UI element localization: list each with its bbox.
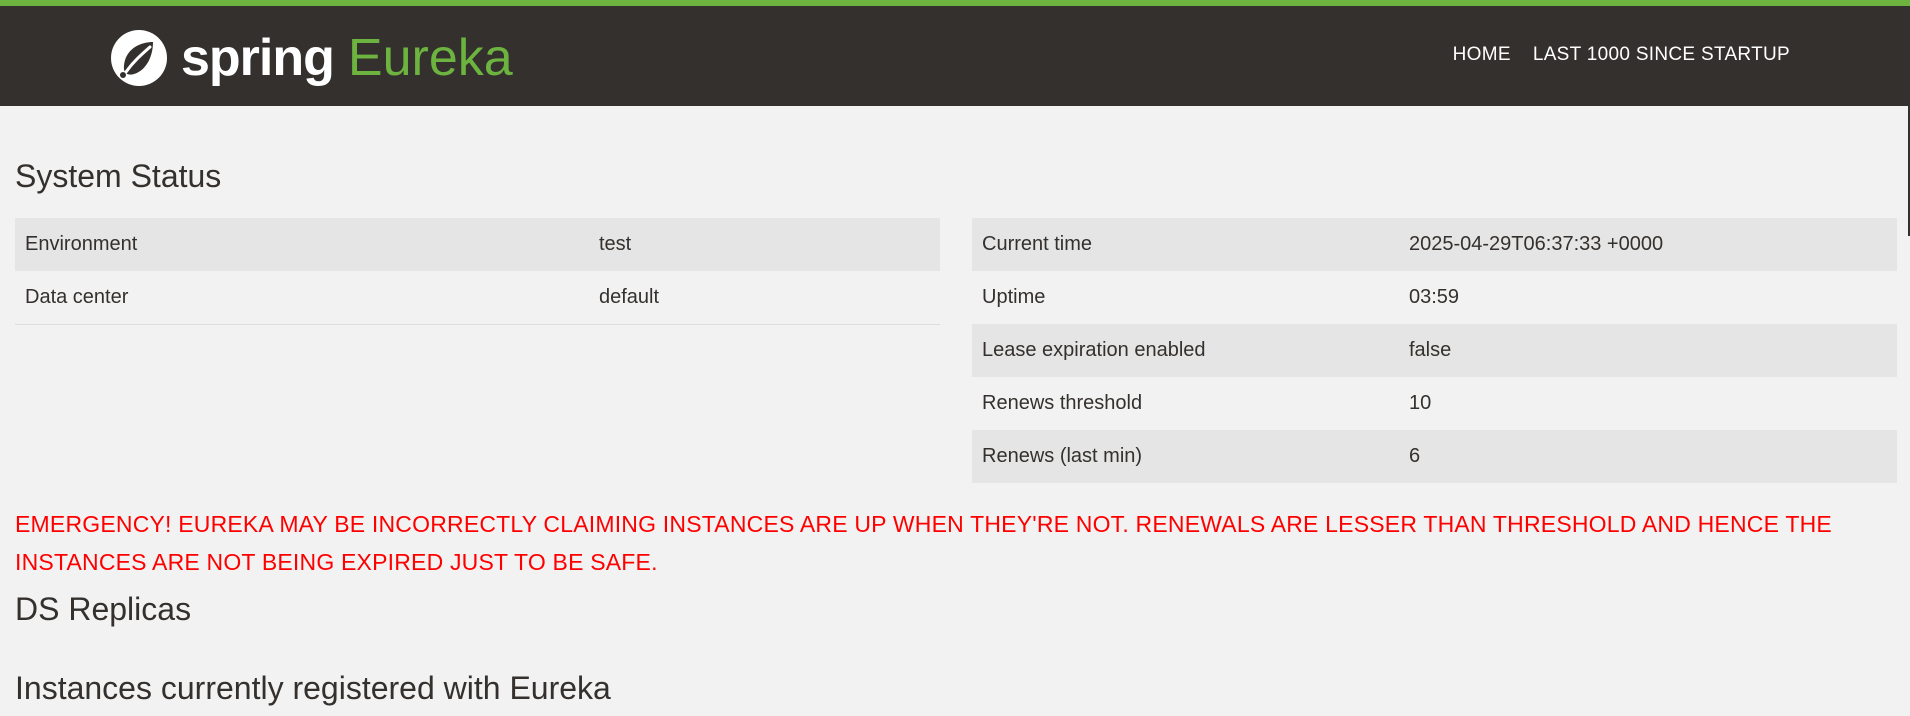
nav-home-link[interactable]: HOME [1453,44,1511,66]
main-nav: HOME LAST 1000 SINCE STARTUP [1453,44,1790,66]
table-row: Renews (last min) 6 [972,430,1897,483]
status-value: 6 [1399,430,1897,483]
status-key: Data center [15,271,589,325]
table-row: Environment test [15,218,940,271]
table-row: Lease expiration enabled false [972,324,1897,377]
status-key: Current time [972,218,1399,271]
status-key: Environment [15,218,589,271]
system-status-right-table: Current time 2025-04-29T06:37:33 +0000 U… [972,218,1897,483]
table-row: Data center default [15,271,940,325]
status-key: Lease expiration enabled [972,324,1399,377]
nav-last-1000-link[interactable]: LAST 1000 SINCE STARTUP [1533,44,1790,66]
navbar: spring Eureka HOME LAST 1000 SINCE START… [0,0,1910,106]
status-value: 03:59 [1399,271,1897,324]
status-value: false [1399,324,1897,377]
system-status-left-table: Environment test Data center default [15,218,940,325]
status-key: Renews threshold [972,377,1399,430]
system-status-title: System Status [15,158,222,194]
status-key: Renews (last min) [972,430,1399,483]
spring-leaf-icon [111,30,167,86]
table-row: Renews threshold 10 [972,377,1897,430]
ds-replicas-title: DS Replicas [15,591,192,627]
status-value: 10 [1399,377,1897,430]
table-row: Current time 2025-04-29T06:37:33 +0000 [972,218,1897,271]
instances-title: Instances currently registered with Eure… [15,670,611,706]
emergency-warning: EMERGENCY! EUREKA MAY BE INCORRECTLY CLA… [15,511,1832,575]
table-row: Uptime 03:59 [972,271,1897,324]
status-value: test [589,218,940,271]
status-key: Uptime [972,271,1399,324]
brand-spring-text: spring [181,29,335,87]
brand-eureka-text: Eureka [347,29,513,87]
status-value: 2025-04-29T06:37:33 +0000 [1399,218,1897,271]
status-value: default [589,271,940,325]
brand-logo[interactable]: spring Eureka [109,26,513,90]
